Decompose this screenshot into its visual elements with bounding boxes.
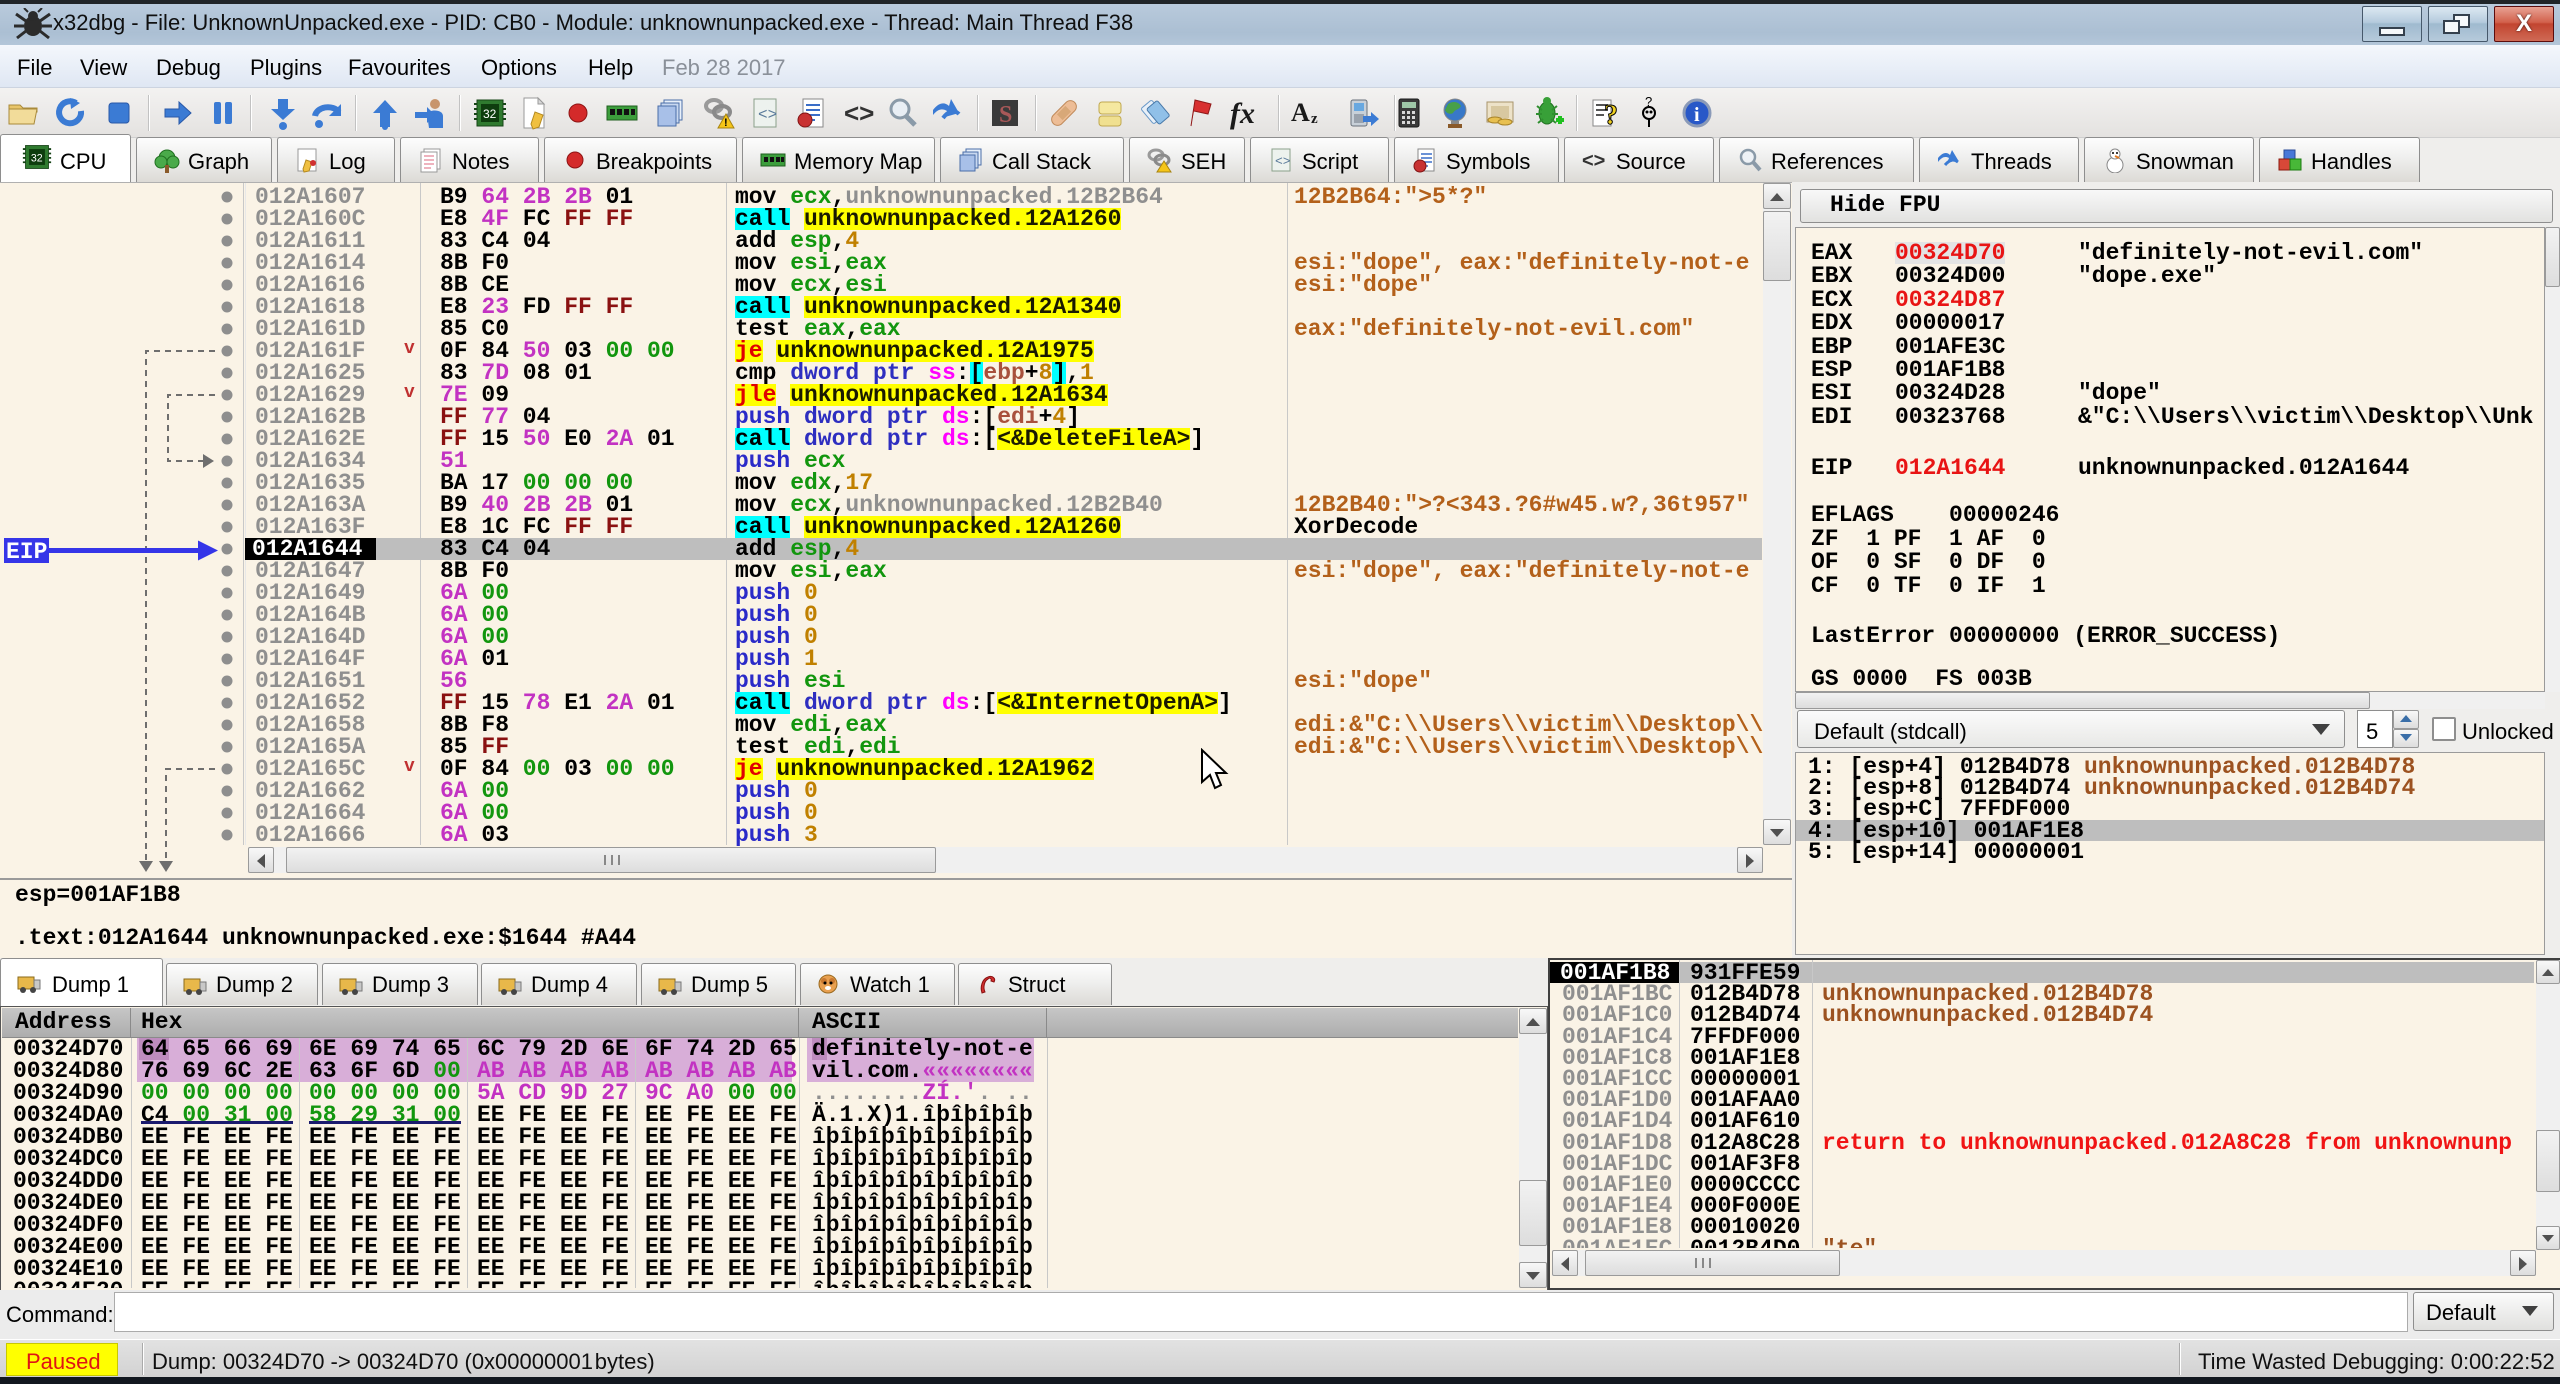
svg-text:<>: <> — [844, 98, 874, 128]
svg-text:32: 32 — [483, 107, 497, 121]
svg-text:A: A — [1291, 98, 1310, 127]
svg-text:<>: <> — [1275, 154, 1291, 169]
svg-text:<>: <> — [1582, 150, 1605, 172]
svg-text:fx: fx — [1230, 97, 1255, 130]
svg-text:!: ! — [724, 117, 728, 129]
svg-text:EIP: EIP — [6, 539, 47, 565]
svg-text:?: ? — [1645, 96, 1652, 109]
svg-text:<>: <> — [758, 106, 777, 124]
svg-text:S: S — [999, 102, 1012, 128]
svg-text:?: ? — [1604, 100, 1618, 130]
svg-text:i: i — [1694, 104, 1700, 126]
svg-text:32: 32 — [31, 152, 43, 164]
svg-text:z: z — [1311, 111, 1318, 127]
